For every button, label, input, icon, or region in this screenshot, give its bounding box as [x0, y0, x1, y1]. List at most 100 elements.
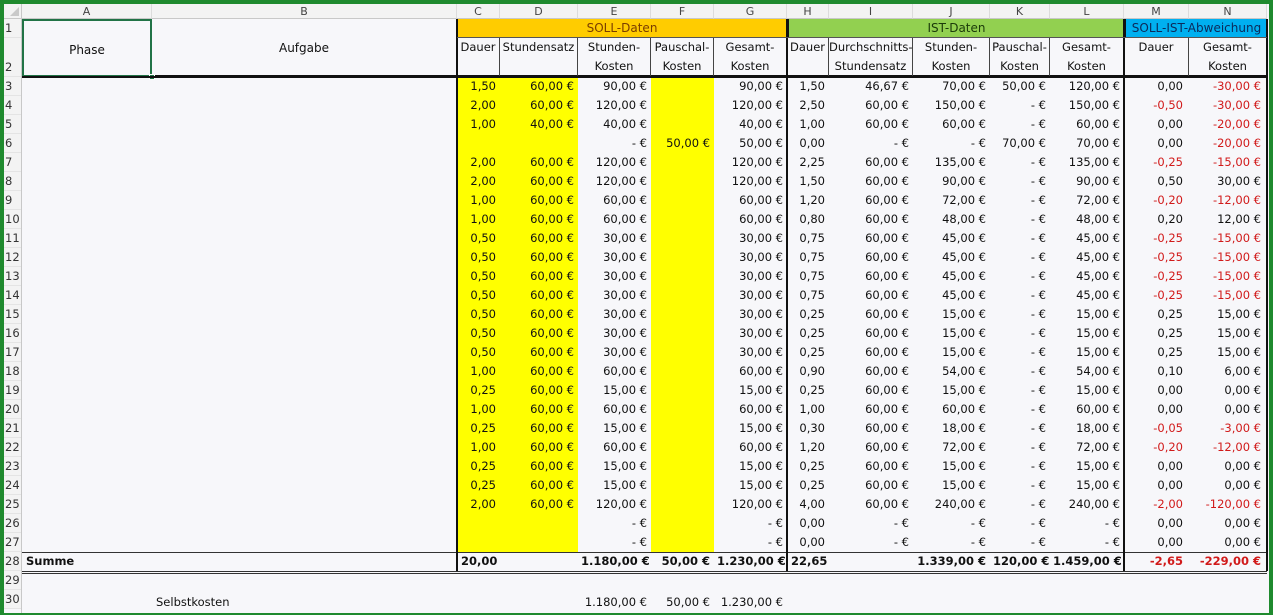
cell-d[interactable]: 60,00 € [500, 210, 578, 229]
cell-j[interactable]: 18,00 € [913, 419, 990, 438]
cell-e[interactable]: - € [578, 533, 651, 552]
cell-n[interactable]: -12,00 € [1189, 191, 1267, 210]
cell-m[interactable]: 0,10 [1124, 362, 1189, 381]
cell-i[interactable]: 60,00 € [829, 229, 913, 248]
cell-j[interactable]: 54,00 € [913, 362, 990, 381]
cell-h[interactable]: 0,25 [787, 457, 829, 476]
cell-k[interactable]: - € [990, 191, 1050, 210]
cell-m[interactable]: 0,25 [1124, 324, 1189, 343]
cell-k[interactable]: - € [990, 153, 1050, 172]
cell-m[interactable]: -0,25 [1124, 248, 1189, 267]
cell-f[interactable] [651, 77, 714, 96]
cell-h[interactable]: 0,75 [787, 248, 829, 267]
cell-k[interactable]: - € [990, 533, 1050, 552]
cell-i[interactable]: 60,00 € [829, 362, 913, 381]
row-header-7[interactable]: 7 [4, 153, 22, 172]
cell-n[interactable]: 0,00 € [1189, 457, 1267, 476]
cell-m[interactable]: -0,05 [1124, 419, 1189, 438]
column-header-k[interactable]: K [990, 4, 1050, 19]
cell-d[interactable]: 60,00 € [500, 362, 578, 381]
cell-g[interactable]: 15,00 € [714, 476, 787, 495]
cell-h[interactable]: 0,00 [787, 134, 829, 153]
cell-d[interactable] [500, 134, 578, 153]
cell-m[interactable]: -0,20 [1124, 191, 1189, 210]
cell-m[interactable]: -2,00 [1124, 495, 1189, 514]
cell-l[interactable]: 15,00 € [1050, 343, 1124, 362]
cell-l[interactable]: 45,00 € [1050, 229, 1124, 248]
cell-l[interactable]: 45,00 € [1050, 267, 1124, 286]
row-header-8[interactable]: 8 [4, 172, 22, 191]
cell-j[interactable]: - € [913, 533, 990, 552]
cell-n[interactable]: -15,00 € [1189, 286, 1267, 305]
cell-d[interactable]: 60,00 € [500, 476, 578, 495]
cell-c[interactable]: 0,50 [457, 305, 500, 324]
cell-f[interactable]: 50,00 € [651, 134, 714, 153]
cell-j[interactable]: 90,00 € [913, 172, 990, 191]
cell-k[interactable]: - € [990, 286, 1050, 305]
cell-i[interactable]: 60,00 € [829, 248, 913, 267]
column-header-h[interactable]: H [787, 4, 829, 19]
cell-c[interactable]: 0,50 [457, 229, 500, 248]
column-header-f[interactable]: F [651, 4, 714, 19]
cell-j[interactable]: - € [913, 514, 990, 533]
cell-l[interactable]: 45,00 € [1050, 286, 1124, 305]
cell-k[interactable]: - € [990, 400, 1050, 419]
cell-m[interactable]: 0,00 [1124, 134, 1189, 153]
cell-n[interactable]: -15,00 € [1189, 248, 1267, 267]
sum-n[interactable]: -229,00 € [1189, 552, 1267, 571]
cell-j[interactable]: 240,00 € [913, 495, 990, 514]
sum-l[interactable]: 1.459,00 € [1050, 552, 1124, 571]
cell-j[interactable]: 60,00 € [913, 400, 990, 419]
cell-i[interactable]: - € [829, 514, 913, 533]
cell-i[interactable]: 46,67 € [829, 77, 913, 96]
cell-i[interactable]: 60,00 € [829, 286, 913, 305]
cell-m[interactable]: -0,25 [1124, 267, 1189, 286]
cell-e[interactable]: 30,00 € [578, 248, 651, 267]
cell-k[interactable]: - € [990, 267, 1050, 286]
cell-l[interactable]: 54,00 € [1050, 362, 1124, 381]
cell-i[interactable]: 60,00 € [829, 381, 913, 400]
row-header-15[interactable]: 15 [4, 305, 22, 324]
cell-m[interactable]: 0,00 [1124, 77, 1189, 96]
cell-i[interactable]: - € [829, 134, 913, 153]
row-header-1[interactable]: 1 [4, 19, 22, 38]
row-header-14[interactable]: 14 [4, 286, 22, 305]
sum-h[interactable]: 22,65 [787, 552, 829, 571]
cell-l[interactable]: 15,00 € [1050, 324, 1124, 343]
cell-e[interactable]: - € [578, 514, 651, 533]
cell-d[interactable]: 60,00 € [500, 305, 578, 324]
cell-j[interactable]: 45,00 € [913, 286, 990, 305]
cell-j[interactable]: 45,00 € [913, 267, 990, 286]
cell-d[interactable] [500, 514, 578, 533]
cell-n[interactable]: -12,00 € [1189, 438, 1267, 457]
column-header-a[interactable]: A [22, 4, 152, 19]
cell-g[interactable]: 15,00 € [714, 381, 787, 400]
row-header-4[interactable]: 4 [4, 96, 22, 115]
cell-l[interactable]: 150,00 € [1050, 96, 1124, 115]
row-header-28[interactable]: 28 [4, 552, 22, 571]
cell-i[interactable]: 60,00 € [829, 457, 913, 476]
cell-i[interactable]: 60,00 € [829, 172, 913, 191]
cell-n[interactable]: 30,00 € [1189, 172, 1267, 191]
cell-g[interactable]: 120,00 € [714, 172, 787, 191]
cell-h[interactable]: 1,00 [787, 400, 829, 419]
cell-h[interactable]: 0,25 [787, 324, 829, 343]
cell-c[interactable]: 1,00 [457, 438, 500, 457]
cell-i[interactable]: 60,00 € [829, 438, 913, 457]
row-header-30[interactable]: 30 [4, 590, 22, 609]
cell-d[interactable]: 60,00 € [500, 343, 578, 362]
cell-g[interactable]: 30,00 € [714, 305, 787, 324]
cell-c[interactable]: 0,50 [457, 248, 500, 267]
cell-e[interactable]: 15,00 € [578, 419, 651, 438]
cell-f[interactable] [651, 400, 714, 419]
cell-c[interactable]: 0,50 [457, 267, 500, 286]
cell-m[interactable]: -0,25 [1124, 286, 1189, 305]
cell-k[interactable]: - € [990, 476, 1050, 495]
cell-m[interactable]: 0,25 [1124, 305, 1189, 324]
cell-j[interactable]: 15,00 € [913, 476, 990, 495]
cell-k[interactable]: - € [990, 115, 1050, 134]
cell-d[interactable]: 60,00 € [500, 191, 578, 210]
cell-m[interactable]: 0,00 [1124, 115, 1189, 134]
cell-g[interactable]: 60,00 € [714, 438, 787, 457]
cell-k[interactable]: - € [990, 514, 1050, 533]
